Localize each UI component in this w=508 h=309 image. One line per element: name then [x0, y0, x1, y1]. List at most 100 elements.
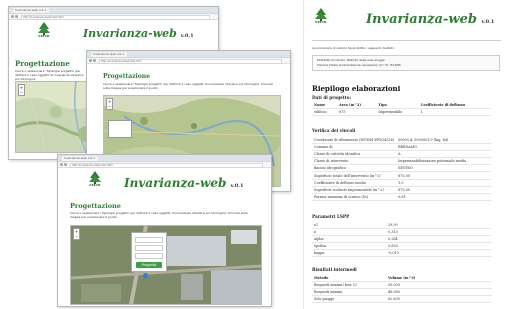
table-header-row: Nome Area (m^2) Tipo Coefficiente di def… [312, 102, 492, 110]
zoom-control[interactable]: + − [73, 228, 80, 240]
browser-tab[interactable]: Invarianza-web v.0.1 [62, 156, 98, 161]
table-row: Portata massima di scarico (l/s) 0,61 [312, 193, 492, 201]
popup-field[interactable] [135, 237, 163, 243]
row-value: Impermeabilizzazione potenziale media [396, 157, 492, 166]
row-value: BERGAMO [396, 143, 492, 152]
report-brand: Invarianza-web v.0.1 [366, 12, 495, 27]
page-title: Progettazione [103, 73, 150, 80]
risultati-table: Metodo Volume (m^3) Requisiti minimi (fa… [312, 275, 492, 304]
back-icon[interactable] [89, 59, 92, 62]
satellite-map[interactable]: + − Progetta [70, 225, 262, 305]
column-header: Tipo [376, 102, 419, 110]
app-header: DREAM Invarianza-web v.0.1 [9, 20, 218, 42]
row-value: 0,828 [386, 242, 492, 251]
row-label: Comune di [312, 143, 397, 152]
row-label: Requisiti minimi (fase C) [312, 281, 386, 290]
zoom-out-icon[interactable]: − [19, 90, 24, 95]
page-title: Progettazione [15, 59, 70, 68]
forward-icon[interactable] [93, 59, 96, 62]
table-cell: 1 [418, 108, 492, 117]
table-row: alpha 0,284 [312, 235, 492, 244]
row-label: Coefficiente di deflusso medio [312, 179, 397, 187]
progetta-button[interactable]: Progetta [136, 262, 162, 268]
column-header: Area (m^2) [337, 102, 377, 110]
table-cell: Impermeabile [376, 108, 419, 117]
table-row: Sole piogge 82.895 [312, 295, 492, 304]
row-label: Superficie totale dell'intervento (m^2) [312, 171, 397, 180]
zoom-control[interactable]: + − [106, 98, 113, 110]
table-cell: 875 [337, 108, 377, 117]
row-label: kappa [312, 249, 386, 258]
url-field[interactable]: http://invarianza.web/index.html [99, 59, 282, 64]
column-header: Metodo [312, 275, 386, 283]
table-row: kappa -0,013 [312, 249, 492, 258]
app-brand: Invarianza-web v.0.1 [83, 27, 194, 40]
address-bar: http://invarianza.web/index.html [87, 58, 290, 64]
popup-field[interactable] [135, 245, 163, 251]
app-header: DREAM Invarianza-web v.0.1 [58, 168, 271, 194]
logo-text: DREAM [315, 21, 327, 24]
logo: DREAM [37, 22, 51, 38]
row-value: 0,61 [396, 193, 492, 201]
logo: DREAM [88, 171, 102, 187]
browser-tab[interactable]: Invarianza-web v.0.1 [91, 52, 127, 57]
dati-table: Nome Area (m^2) Tipo Coefficiente di def… [312, 102, 492, 117]
table-row: Coordinate di riferimento (WGS84 EPSG432… [312, 137, 492, 145]
page-intro: Cerca o selezionare 'Tipologia progetto'… [70, 211, 248, 219]
row-value: SEVESO [396, 164, 492, 173]
row-value: 35.000 [386, 281, 492, 290]
row-value: -0,013 [386, 249, 492, 258]
back-icon[interactable] [11, 15, 14, 18]
row-label: Coordinate di riferimento (WGS84 EPSG432… [312, 137, 397, 145]
tab-bar: Invarianza-web v.0.1 [87, 51, 290, 58]
popup-field[interactable] [135, 253, 163, 259]
back-icon[interactable] [60, 163, 63, 166]
row-label: Superficie scolante impermeabile (m^2) [312, 186, 397, 194]
report-page: DREAM Invarianza-web v.0.1 La procedura … [303, 0, 508, 309]
section-title: Riepilogo elaborazioni [312, 84, 401, 93]
table-row: Coefficiente di deflusso medio 1,0 [312, 179, 492, 187]
report-divider [312, 40, 501, 41]
row-value: A [396, 150, 492, 159]
verifica-table: Coordinate di riferimento (WGS84 EPSG432… [312, 137, 492, 201]
forward-icon[interactable] [15, 15, 18, 18]
tab-bar: Invarianza-web v.0.1 [9, 7, 218, 14]
column-header: Volume (m^3) [386, 275, 492, 283]
row-label: Bacino idrografico [312, 164, 397, 173]
tab-bar: Invarianza-web v.0.1 [58, 155, 271, 162]
risultati-title: Risultati intermedi [312, 267, 357, 272]
table-row: Comune di BERGAMO [312, 143, 492, 152]
table-row: a1 29,59 [312, 222, 492, 230]
report-version: v.0.1 [481, 19, 495, 25]
table-row: Requisiti minimi 48.580 [312, 288, 492, 297]
app-brand: Invarianza-web v.0.1 [124, 176, 244, 190]
row-label: a1 [312, 222, 386, 230]
column-header: Coefficiente di deflusso [418, 102, 492, 110]
row-label: Classe di criticità idraulica [312, 150, 397, 159]
row-value: 0,313 [386, 228, 492, 237]
browser-tab[interactable]: Invarianza-web v.0.1 [13, 8, 49, 13]
table-row: Superficie totale dell'intervento (m^2) 8… [312, 171, 492, 180]
table-cell: edificio [312, 108, 338, 117]
page-title: Progettazione [70, 202, 121, 210]
row-value: 875,00 [396, 186, 492, 194]
row-label: Portata massima di scarico (l/s) [312, 193, 397, 201]
summary-line: Volume totale di laminazione necessario … [317, 63, 401, 67]
summary-line: Modalità di calcolo: Metodo delle sole p… [317, 58, 385, 62]
zoom-out-icon[interactable]: − [74, 234, 79, 239]
table-header-row: Metodo Volume (m^3) [312, 275, 492, 283]
summary-box: Modalità di calcolo: Metodo delle sole p… [312, 55, 500, 71]
column-header: Nome [312, 102, 338, 110]
forward-icon[interactable] [64, 163, 67, 166]
table-row: epsilon 0,828 [312, 242, 492, 251]
row-label: Requisiti minimi [312, 288, 386, 297]
search-panel[interactable] [108, 120, 132, 138]
verifica-title: Verifica dei vincoli [312, 128, 356, 133]
logo-text: DREAM [38, 35, 50, 38]
zoom-control[interactable]: + − [18, 84, 25, 96]
row-value: 29,59 [386, 222, 492, 230]
row-label: Classe di intervento [312, 157, 397, 166]
zoom-out-icon[interactable]: − [107, 104, 112, 109]
dati-title: Dati di progetto: [312, 95, 352, 100]
browser-window-front: Invarianza-web v.0.1 http://invarianza.w… [57, 154, 272, 307]
